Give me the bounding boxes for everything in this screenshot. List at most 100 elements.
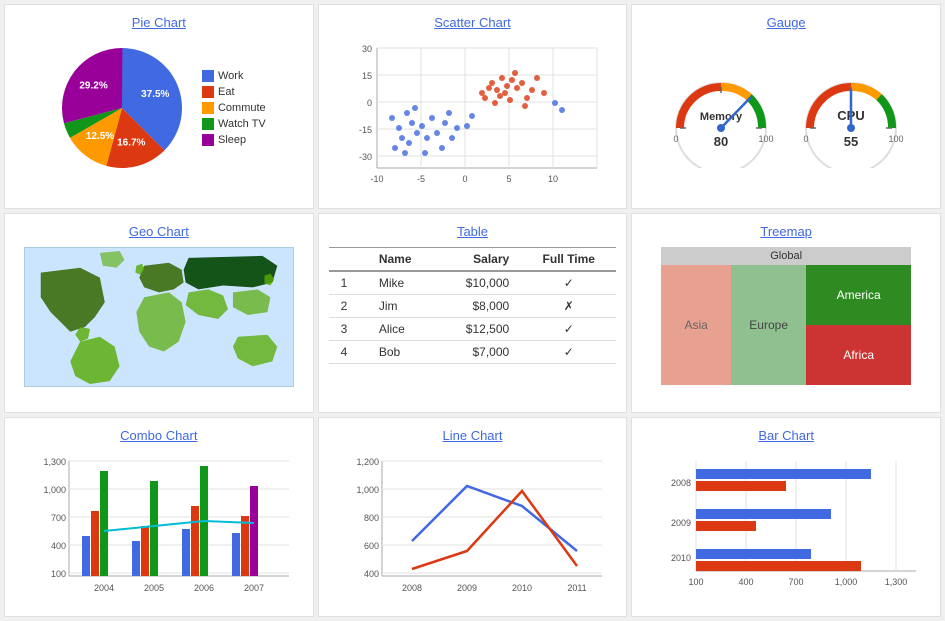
line-chart-title[interactable]: Line Chart: [443, 428, 503, 443]
table-header-num: [329, 248, 367, 272]
table-cell-name: Bob: [367, 341, 438, 364]
svg-text:0: 0: [367, 98, 372, 108]
table-cell-num: 2: [329, 295, 367, 318]
svg-text:30: 30: [362, 44, 372, 54]
svg-text:2009: 2009: [457, 583, 477, 593]
svg-text:100: 100: [889, 134, 904, 144]
svg-text:1,300: 1,300: [43, 457, 66, 467]
svg-text:55: 55: [844, 134, 858, 149]
legend-sleep: Sleep: [202, 134, 266, 146]
gauge-card: Gauge: [631, 4, 941, 209]
treemap-america: America: [806, 265, 911, 325]
treemap-title[interactable]: Treemap: [760, 224, 812, 239]
geo-chart-title[interactable]: Geo Chart: [129, 224, 189, 239]
table-card: Table Name Salary Full Time 1 Mike $10,0…: [318, 213, 628, 413]
treemap-card: Treemap Global Asia Europe America Afric…: [631, 213, 941, 413]
svg-text:5: 5: [507, 174, 512, 184]
scatter-chart-title[interactable]: Scatter Chart: [434, 15, 511, 30]
table-cell-fulltime: ✓: [521, 318, 616, 341]
table-row: 1 Mike $10,000 ✓: [329, 271, 617, 295]
legend-eat-color: [202, 86, 214, 98]
svg-text:12.5%: 12.5%: [86, 131, 114, 142]
table-cell-fulltime: ✓: [521, 271, 616, 295]
data-table: Name Salary Full Time 1 Mike $10,000 ✓ 2…: [329, 247, 617, 364]
svg-text:1,000: 1,000: [357, 485, 380, 495]
main-grid: Pie Chart 37.5%16.7%12.5%29.2% placehold…: [0, 0, 945, 621]
legend-commute-color: [202, 102, 214, 114]
svg-text:2007: 2007: [244, 583, 264, 593]
treemap-row1: Asia Europe America Africa: [661, 265, 911, 385]
geo-chart-svg: [24, 247, 294, 387]
table-cell-num: 4: [329, 341, 367, 364]
treemap-europe: Europe: [731, 265, 806, 385]
pie-chart-svg-real: 37.5%16.7%12.5%29.2%: [52, 38, 192, 178]
svg-text:80: 80: [714, 134, 728, 149]
svg-text:15: 15: [362, 71, 372, 81]
svg-text:800: 800: [364, 513, 379, 523]
svg-text:10: 10: [548, 174, 558, 184]
svg-text:16.7%: 16.7%: [117, 137, 145, 148]
memory-gauge: 0 100 Memory 80: [666, 68, 776, 168]
legend-sleep-color: [202, 134, 214, 146]
combo-chart-svg: 1,300 1,000 700 400 100 2004 2005 2006 2…: [24, 451, 294, 606]
table-header-fulltime: Full Time: [521, 248, 616, 272]
line-chart-card: Line Chart 1,200 1,000 800 600 400 2008 …: [318, 417, 628, 617]
svg-text:2010: 2010: [512, 583, 532, 593]
table-title[interactable]: Table: [457, 224, 488, 239]
treemap-africa: Africa: [806, 325, 911, 385]
cpu-gauge: 0 100 CPU 55: [796, 68, 906, 168]
legend-sleep-label: Sleep: [218, 134, 246, 146]
table-header-salary: Salary: [437, 248, 521, 272]
svg-text:2008: 2008: [671, 478, 691, 488]
table-cell-name: Alice: [367, 318, 438, 341]
treemap-right-col: America Africa: [806, 265, 911, 385]
gauge-title[interactable]: Gauge: [767, 15, 806, 30]
svg-text:1,000: 1,000: [835, 577, 858, 587]
svg-text:37.5%: 37.5%: [141, 89, 169, 100]
legend-commute-label: Commute: [218, 102, 266, 114]
svg-text:1,300: 1,300: [885, 577, 908, 587]
table-cell-name: Jim: [367, 295, 438, 318]
table-cell-salary: $10,000: [437, 271, 521, 295]
svg-text:400: 400: [51, 541, 66, 551]
svg-text:400: 400: [364, 569, 379, 579]
legend-work: Work: [202, 70, 266, 82]
svg-text:2004: 2004: [94, 583, 114, 593]
cpu-gauge-svg: 0 100 CPU 55: [796, 68, 906, 168]
table-cell-salary: $8,000: [437, 295, 521, 318]
pie-chart-title[interactable]: Pie Chart: [132, 15, 186, 30]
table-cell-num: 3: [329, 318, 367, 341]
svg-text:100: 100: [51, 569, 66, 579]
gauge-content: 0 100 Memory 80: [666, 38, 906, 198]
svg-text:0: 0: [804, 134, 809, 144]
svg-text:-15: -15: [359, 125, 372, 135]
svg-text:700: 700: [51, 513, 66, 523]
scatter-chart-card: Scatter Chart 30 15 0 -15 -30 -10: [318, 4, 628, 209]
legend-work-label: Work: [218, 70, 243, 82]
svg-text:1,000: 1,000: [43, 485, 66, 495]
bar-chart-title[interactable]: Bar Chart: [758, 428, 814, 443]
svg-text:2005: 2005: [144, 583, 164, 593]
table-cell-fulltime: ✓: [521, 341, 616, 364]
svg-text:100: 100: [759, 134, 774, 144]
legend-watchtv-label: Watch TV: [218, 118, 266, 130]
svg-text:-5: -5: [417, 174, 425, 184]
pie-chart-card: Pie Chart 37.5%16.7%12.5%29.2% placehold…: [4, 4, 314, 209]
table-header-row: Name Salary Full Time: [329, 248, 617, 272]
svg-text:100: 100: [689, 577, 704, 587]
combo-chart-title[interactable]: Combo Chart: [120, 428, 197, 443]
treemap-container: Global Asia Europe America Africa: [661, 247, 911, 385]
svg-text:600: 600: [364, 541, 379, 551]
svg-text:0: 0: [674, 134, 679, 144]
table-cell-salary: $7,000: [437, 341, 521, 364]
table-header-name: Name: [367, 248, 438, 272]
pie-chart-content: 37.5%16.7%12.5%29.2% placeholder Work Ea…: [52, 38, 266, 178]
legend-work-color: [202, 70, 214, 82]
treemap-asia: Asia: [661, 265, 731, 385]
svg-text:2011: 2011: [568, 583, 587, 593]
svg-text:1,200: 1,200: [357, 457, 380, 467]
svg-text:700: 700: [789, 577, 804, 587]
svg-text:2006: 2006: [194, 583, 214, 593]
legend-eat: Eat: [202, 86, 266, 98]
pie-legend: Work Eat Commute Watch TV Sleep: [202, 70, 266, 146]
